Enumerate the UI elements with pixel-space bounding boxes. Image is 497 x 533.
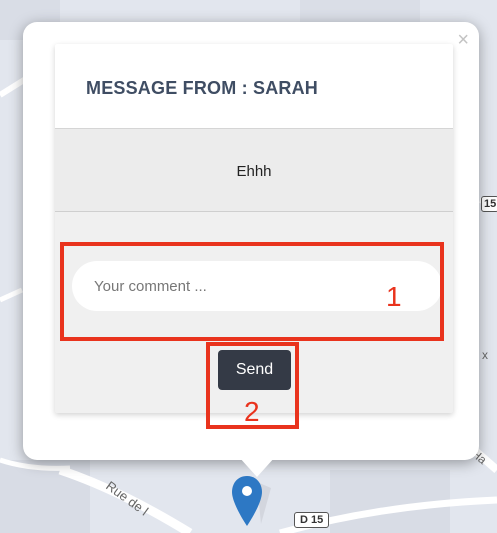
map-side-mark: x bbox=[482, 348, 488, 362]
map-marker-icon[interactable] bbox=[231, 474, 275, 532]
message-text: Ehhh bbox=[236, 163, 272, 180]
annotation-label-2: 2 bbox=[244, 396, 260, 427]
popup-tip bbox=[239, 457, 275, 477]
card-header: MESSAGE FROM : SARAH bbox=[55, 44, 453, 129]
road-shield-d15: D 15 bbox=[294, 512, 330, 528]
message-body: Ehhh bbox=[55, 129, 453, 212]
close-icon[interactable]: × bbox=[457, 30, 469, 50]
annotation-label-1: 1 bbox=[386, 281, 402, 312]
message-title: MESSAGE FROM : SARAH bbox=[86, 78, 319, 98]
road-shield-right: 15 bbox=[481, 196, 497, 212]
